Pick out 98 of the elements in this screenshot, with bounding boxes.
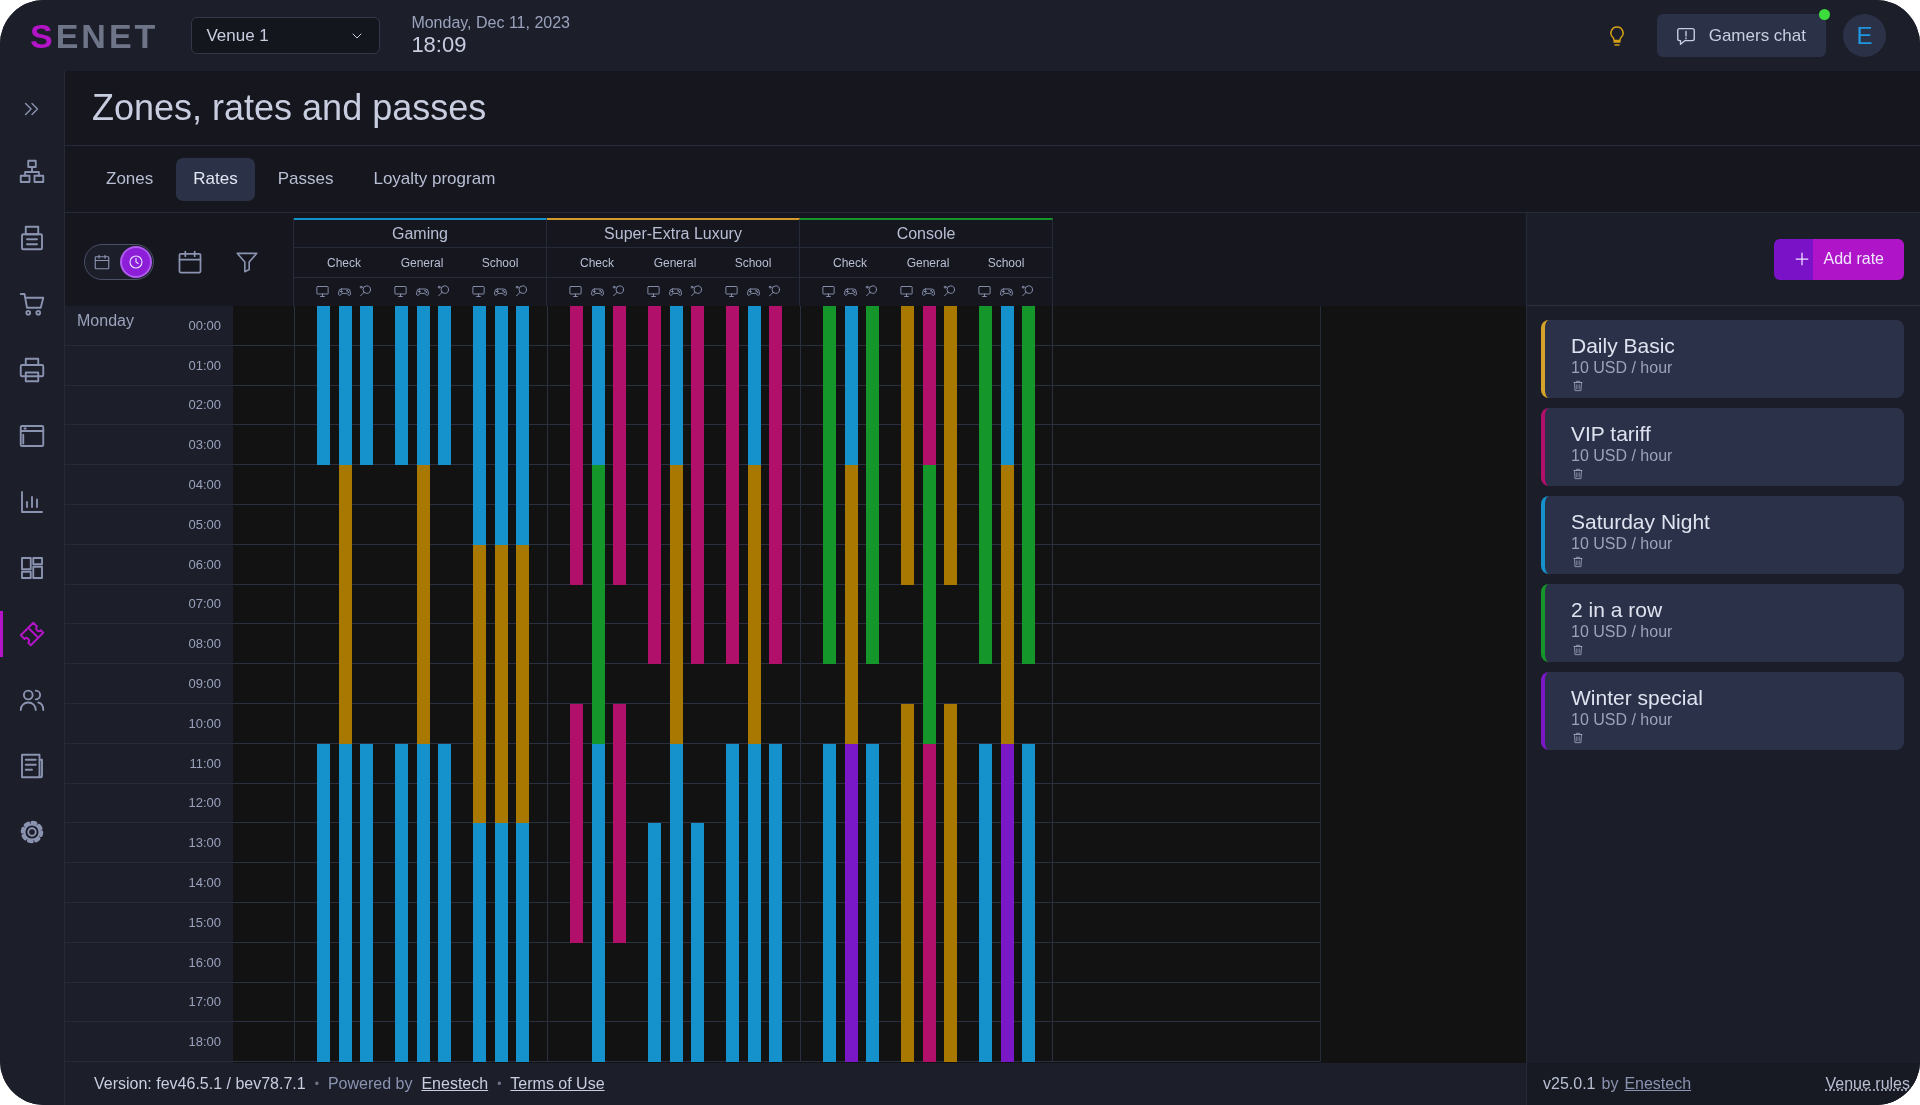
rate-card[interactable]: Daily Basic 10 USD / hour <box>1541 320 1904 398</box>
racket-icon <box>689 284 704 300</box>
hour-label: 07:00 <box>188 596 221 612</box>
version-text: Version: fev46.5.1 / bev78.7.1 <box>94 1075 306 1093</box>
rate-card[interactable]: VIP tariff 10 USD / hour <box>1541 408 1904 486</box>
ticket-icon[interactable] <box>17 619 47 649</box>
company-link[interactable]: Enestech <box>1624 1075 1692 1093</box>
terms-link[interactable]: Terms of Use <box>510 1075 605 1093</box>
racket-icon <box>611 284 626 300</box>
company-link[interactable]: Enestech <box>421 1075 489 1093</box>
monitor-icon <box>899 284 914 300</box>
trash-icon[interactable] <box>1571 731 1585 745</box>
trash-icon[interactable] <box>1571 555 1585 569</box>
group-name: School <box>733 255 773 270</box>
printer-icon[interactable] <box>17 355 47 385</box>
gamers-chat-button[interactable]: Gamers chat <box>1656 14 1826 57</box>
trash-icon[interactable] <box>1571 643 1585 657</box>
rate-name: VIP tariff <box>1571 422 1651 446</box>
rate-price: 10 USD / hour <box>1571 710 1673 730</box>
hour-label: 16:00 <box>188 954 221 970</box>
monitor-icon <box>646 284 661 300</box>
racket-icon <box>436 284 451 300</box>
group-name: Check <box>832 255 868 270</box>
group-name: Check <box>326 255 362 270</box>
tab[interactable]: Rates <box>176 157 255 201</box>
monitor-icon <box>471 284 486 300</box>
rate-card[interactable]: 2 in a row 10 USD / hour <box>1541 584 1904 662</box>
hour-label: 02:00 <box>188 397 221 413</box>
group-name: School <box>986 255 1026 270</box>
tab[interactable]: Loyalty program <box>356 157 513 201</box>
hour-label: 08:00 <box>188 636 221 652</box>
logo: SENET <box>30 15 160 57</box>
hour-label: 10:00 <box>188 715 221 731</box>
current-time: 18:09 <box>411 31 468 58</box>
hour-label: 17:00 <box>188 994 221 1010</box>
trash-icon[interactable] <box>1571 379 1585 393</box>
clock-icon[interactable] <box>127 253 145 271</box>
venue-dropdown[interactable]: Venue 1 <box>191 17 381 54</box>
rate-name: 2 in a row <box>1571 598 1663 622</box>
hour-label: 18:00 <box>188 1034 221 1050</box>
calendar-icon[interactable] <box>176 248 204 276</box>
calendar-icon[interactable] <box>93 253 111 271</box>
rate-price: 10 USD / hour <box>1571 358 1673 378</box>
racket-icon <box>358 284 373 300</box>
monitor-icon <box>315 284 330 300</box>
view-toggle[interactable] <box>84 244 154 280</box>
hour-label: 13:00 <box>188 835 221 851</box>
hour-label: 01:00 <box>188 357 221 373</box>
add-rate-button[interactable]: Add rate <box>1773 238 1904 280</box>
hour-label: 04:00 <box>188 477 221 493</box>
racket-icon <box>767 284 782 300</box>
panel-version-text: v25.0.1 <box>1543 1075 1596 1093</box>
group-name: School <box>480 255 520 270</box>
tab[interactable]: Passes <box>260 157 351 201</box>
monitor-icon <box>568 284 583 300</box>
user-avatar[interactable]: E <box>1843 14 1886 57</box>
group-name: Check <box>579 255 615 270</box>
zone-name: Super-Extra Luxury <box>604 224 742 243</box>
group-name: General <box>399 255 445 270</box>
hour-label: 15:00 <box>188 914 221 930</box>
rate-price: 10 USD / hour <box>1571 534 1673 554</box>
day-label: Monday <box>77 312 134 330</box>
rate-name: Saturday Night <box>1571 510 1710 534</box>
zone-name: Console <box>896 224 956 243</box>
separator-dot: • <box>314 1077 319 1091</box>
monitor-icon <box>393 284 408 300</box>
rate-name: Daily Basic <box>1571 334 1675 358</box>
racket-icon <box>514 284 529 300</box>
hour-label: 14:00 <box>188 875 221 891</box>
racket-icon <box>1020 284 1035 300</box>
venue-rules-link[interactable]: Venue rules <box>1825 1075 1910 1093</box>
rate-price: 10 USD / hour <box>1571 446 1673 466</box>
zone-name: Gaming <box>392 224 448 243</box>
rate-card[interactable]: Saturday Night 10 USD / hour <box>1541 496 1904 574</box>
monitor-icon <box>724 284 739 300</box>
hour-label: 11:00 <box>189 755 221 771</box>
racket-icon <box>942 284 957 300</box>
hour-label: 03:00 <box>188 437 221 453</box>
hour-label: 09:00 <box>188 676 221 692</box>
hour-label: 06:00 <box>188 556 221 572</box>
group-name: General <box>652 255 698 270</box>
monitor-icon <box>977 284 992 300</box>
hour-label: 05:00 <box>188 516 221 532</box>
hour-label: 12:00 <box>188 795 221 811</box>
page-title: Zones, rates and passes <box>65 71 1920 146</box>
hour-label: 00:00 <box>188 317 221 333</box>
by-text: by <box>1601 1075 1619 1093</box>
separator-dot: • <box>497 1077 502 1091</box>
rate-name: Winter special <box>1571 686 1703 710</box>
trash-icon[interactable] <box>1571 467 1585 481</box>
current-date: Monday, Dec 11, 2023 <box>411 13 570 32</box>
racket-icon <box>864 284 879 300</box>
powered-by-text: Powered by <box>327 1075 413 1093</box>
monitor-icon <box>821 284 836 300</box>
rate-price: 10 USD / hour <box>1571 622 1673 642</box>
rate-card[interactable]: Winter special 10 USD / hour <box>1541 672 1904 750</box>
tab[interactable]: Zones <box>89 157 171 201</box>
group-name: General <box>905 255 951 270</box>
